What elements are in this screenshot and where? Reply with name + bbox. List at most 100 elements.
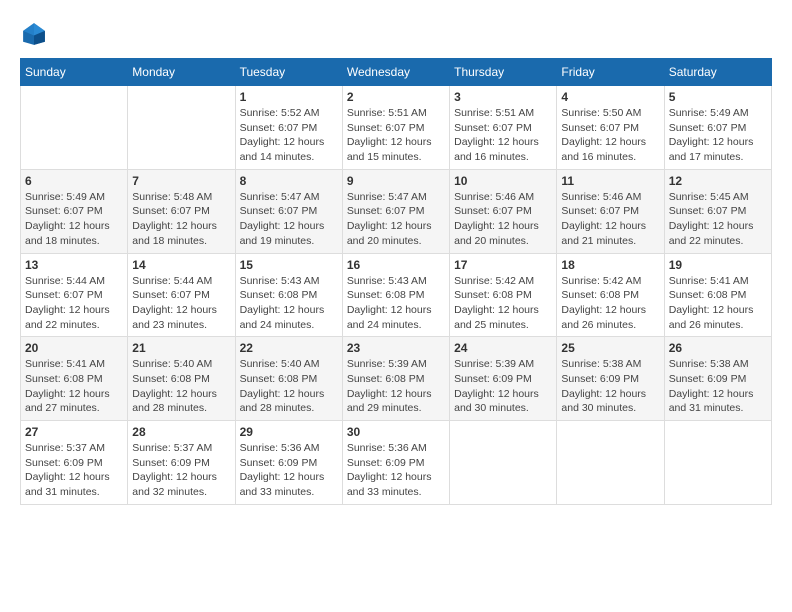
day-info: Sunrise: 5:45 AM Sunset: 6:07 PM Dayligh…	[669, 190, 767, 249]
day-info: Sunrise: 5:41 AM Sunset: 6:08 PM Dayligh…	[669, 274, 767, 333]
day-info: Sunrise: 5:51 AM Sunset: 6:07 PM Dayligh…	[454, 106, 552, 165]
day-number: 2	[347, 90, 445, 104]
day-info: Sunrise: 5:43 AM Sunset: 6:08 PM Dayligh…	[240, 274, 338, 333]
calendar-cell: 30 Sunrise: 5:36 AM Sunset: 6:09 PM Dayli…	[342, 421, 449, 505]
calendar-cell: 4Sunrise: 5:50 AM Sunset: 6:07 PM Daylig…	[557, 86, 664, 170]
calendar-cell: 3 Sunrise: 5:51 AM Sunset: 6:07 PM Daylig…	[450, 86, 557, 170]
calendar-cell	[21, 86, 128, 170]
day-info: Sunrise: 5:49 AM Sunset: 6:07 PM Dayligh…	[669, 106, 767, 165]
calendar-week-row: 20Sunrise: 5:41 AM Sunset: 6:08 PM Dayli…	[21, 337, 772, 421]
day-info: Sunrise: 5:46 AM Sunset: 6:07 PM Dayligh…	[561, 190, 659, 249]
calendar-cell: 28 Sunrise: 5:37 AM Sunset: 6:09 PM Dayli…	[128, 421, 235, 505]
calendar-table: SundayMondayTuesdayWednesdayThursdayFrid…	[20, 58, 772, 505]
day-number: 22	[240, 341, 338, 355]
calendar-cell: 24 Sunrise: 5:39 AM Sunset: 6:09 PM Dayli…	[450, 337, 557, 421]
weekday-header: Tuesday	[235, 59, 342, 86]
calendar-cell: 16 Sunrise: 5:43 AM Sunset: 6:08 PM Dayli…	[342, 253, 449, 337]
calendar-cell: 8 Sunrise: 5:47 AM Sunset: 6:07 PM Daylig…	[235, 169, 342, 253]
day-info: Sunrise: 5:50 AM Sunset: 6:07 PM Dayligh…	[561, 106, 659, 165]
day-number: 6	[25, 174, 123, 188]
day-number: 11	[561, 174, 659, 188]
day-number: 1	[240, 90, 338, 104]
calendar-cell: 17Sunrise: 5:42 AM Sunset: 6:08 PM Dayli…	[450, 253, 557, 337]
day-info: Sunrise: 5:41 AM Sunset: 6:08 PM Dayligh…	[25, 357, 123, 416]
day-number: 12	[669, 174, 767, 188]
weekday-header: Friday	[557, 59, 664, 86]
day-info: Sunrise: 5:36 AM Sunset: 6:09 PM Dayligh…	[347, 441, 445, 500]
day-number: 15	[240, 258, 338, 272]
day-number: 19	[669, 258, 767, 272]
day-number: 9	[347, 174, 445, 188]
day-info: Sunrise: 5:38 AM Sunset: 6:09 PM Dayligh…	[669, 357, 767, 416]
calendar-cell: 19 Sunrise: 5:41 AM Sunset: 6:08 PM Dayli…	[664, 253, 771, 337]
day-info: Sunrise: 5:39 AM Sunset: 6:08 PM Dayligh…	[347, 357, 445, 416]
day-info: Sunrise: 5:44 AM Sunset: 6:07 PM Dayligh…	[132, 274, 230, 333]
day-info: Sunrise: 5:44 AM Sunset: 6:07 PM Dayligh…	[25, 274, 123, 333]
weekday-header: Sunday	[21, 59, 128, 86]
calendar-cell: 1 Sunrise: 5:52 AM Sunset: 6:07 PM Daylig…	[235, 86, 342, 170]
calendar-cell: 27 Sunrise: 5:37 AM Sunset: 6:09 PM Dayli…	[21, 421, 128, 505]
weekday-header: Saturday	[664, 59, 771, 86]
logo-icon	[20, 20, 48, 48]
calendar-cell: 29 Sunrise: 5:36 AM Sunset: 6:09 PM Dayli…	[235, 421, 342, 505]
calendar-cell: 21 Sunrise: 5:40 AM Sunset: 6:08 PM Dayli…	[128, 337, 235, 421]
day-number: 28	[132, 425, 230, 439]
calendar-cell: 6 Sunrise: 5:49 AM Sunset: 6:07 PM Daylig…	[21, 169, 128, 253]
day-info: Sunrise: 5:40 AM Sunset: 6:08 PM Dayligh…	[240, 357, 338, 416]
day-number: 3	[454, 90, 552, 104]
day-number: 25	[561, 341, 659, 355]
calendar-cell: 5 Sunrise: 5:49 AM Sunset: 6:07 PM Daylig…	[664, 86, 771, 170]
day-number: 26	[669, 341, 767, 355]
day-info: Sunrise: 5:52 AM Sunset: 6:07 PM Dayligh…	[240, 106, 338, 165]
day-info: Sunrise: 5:38 AM Sunset: 6:09 PM Dayligh…	[561, 357, 659, 416]
day-number: 17	[454, 258, 552, 272]
calendar-cell	[450, 421, 557, 505]
calendar-cell: 26 Sunrise: 5:38 AM Sunset: 6:09 PM Dayli…	[664, 337, 771, 421]
page-header	[20, 20, 772, 48]
day-number: 30	[347, 425, 445, 439]
day-number: 24	[454, 341, 552, 355]
calendar-cell: 7Sunrise: 5:48 AM Sunset: 6:07 PM Daylig…	[128, 169, 235, 253]
weekday-header: Monday	[128, 59, 235, 86]
day-number: 8	[240, 174, 338, 188]
day-info: Sunrise: 5:49 AM Sunset: 6:07 PM Dayligh…	[25, 190, 123, 249]
calendar-cell: 12 Sunrise: 5:45 AM Sunset: 6:07 PM Dayli…	[664, 169, 771, 253]
day-info: Sunrise: 5:46 AM Sunset: 6:07 PM Dayligh…	[454, 190, 552, 249]
calendar-cell: 22 Sunrise: 5:40 AM Sunset: 6:08 PM Dayli…	[235, 337, 342, 421]
calendar-cell: 13 Sunrise: 5:44 AM Sunset: 6:07 PM Dayli…	[21, 253, 128, 337]
calendar-cell	[557, 421, 664, 505]
day-number: 21	[132, 341, 230, 355]
day-info: Sunrise: 5:37 AM Sunset: 6:09 PM Dayligh…	[132, 441, 230, 500]
calendar-cell: 10 Sunrise: 5:46 AM Sunset: 6:07 PM Dayli…	[450, 169, 557, 253]
calendar-week-row: 13 Sunrise: 5:44 AM Sunset: 6:07 PM Dayli…	[21, 253, 772, 337]
calendar-cell: 14 Sunrise: 5:44 AM Sunset: 6:07 PM Dayli…	[128, 253, 235, 337]
day-number: 27	[25, 425, 123, 439]
logo	[20, 20, 52, 48]
day-info: Sunrise: 5:39 AM Sunset: 6:09 PM Dayligh…	[454, 357, 552, 416]
day-info: Sunrise: 5:40 AM Sunset: 6:08 PM Dayligh…	[132, 357, 230, 416]
calendar-cell: 20Sunrise: 5:41 AM Sunset: 6:08 PM Dayli…	[21, 337, 128, 421]
day-info: Sunrise: 5:42 AM Sunset: 6:08 PM Dayligh…	[561, 274, 659, 333]
day-number: 7	[132, 174, 230, 188]
day-number: 16	[347, 258, 445, 272]
calendar-cell: 23Sunrise: 5:39 AM Sunset: 6:08 PM Dayli…	[342, 337, 449, 421]
calendar-cell: 2Sunrise: 5:51 AM Sunset: 6:07 PM Daylig…	[342, 86, 449, 170]
calendar-cell: 25 Sunrise: 5:38 AM Sunset: 6:09 PM Dayli…	[557, 337, 664, 421]
weekday-header: Wednesday	[342, 59, 449, 86]
day-number: 10	[454, 174, 552, 188]
day-info: Sunrise: 5:47 AM Sunset: 6:07 PM Dayligh…	[240, 190, 338, 249]
day-info: Sunrise: 5:37 AM Sunset: 6:09 PM Dayligh…	[25, 441, 123, 500]
calendar-cell: 18Sunrise: 5:42 AM Sunset: 6:08 PM Dayli…	[557, 253, 664, 337]
calendar-cell	[664, 421, 771, 505]
weekday-header: Thursday	[450, 59, 557, 86]
weekday-header-row: SundayMondayTuesdayWednesdayThursdayFrid…	[21, 59, 772, 86]
day-info: Sunrise: 5:47 AM Sunset: 6:07 PM Dayligh…	[347, 190, 445, 249]
day-number: 14	[132, 258, 230, 272]
calendar-week-row: 6 Sunrise: 5:49 AM Sunset: 6:07 PM Daylig…	[21, 169, 772, 253]
day-number: 29	[240, 425, 338, 439]
day-info: Sunrise: 5:43 AM Sunset: 6:08 PM Dayligh…	[347, 274, 445, 333]
day-number: 13	[25, 258, 123, 272]
calendar-cell: 9 Sunrise: 5:47 AM Sunset: 6:07 PM Daylig…	[342, 169, 449, 253]
day-number: 5	[669, 90, 767, 104]
day-info: Sunrise: 5:36 AM Sunset: 6:09 PM Dayligh…	[240, 441, 338, 500]
